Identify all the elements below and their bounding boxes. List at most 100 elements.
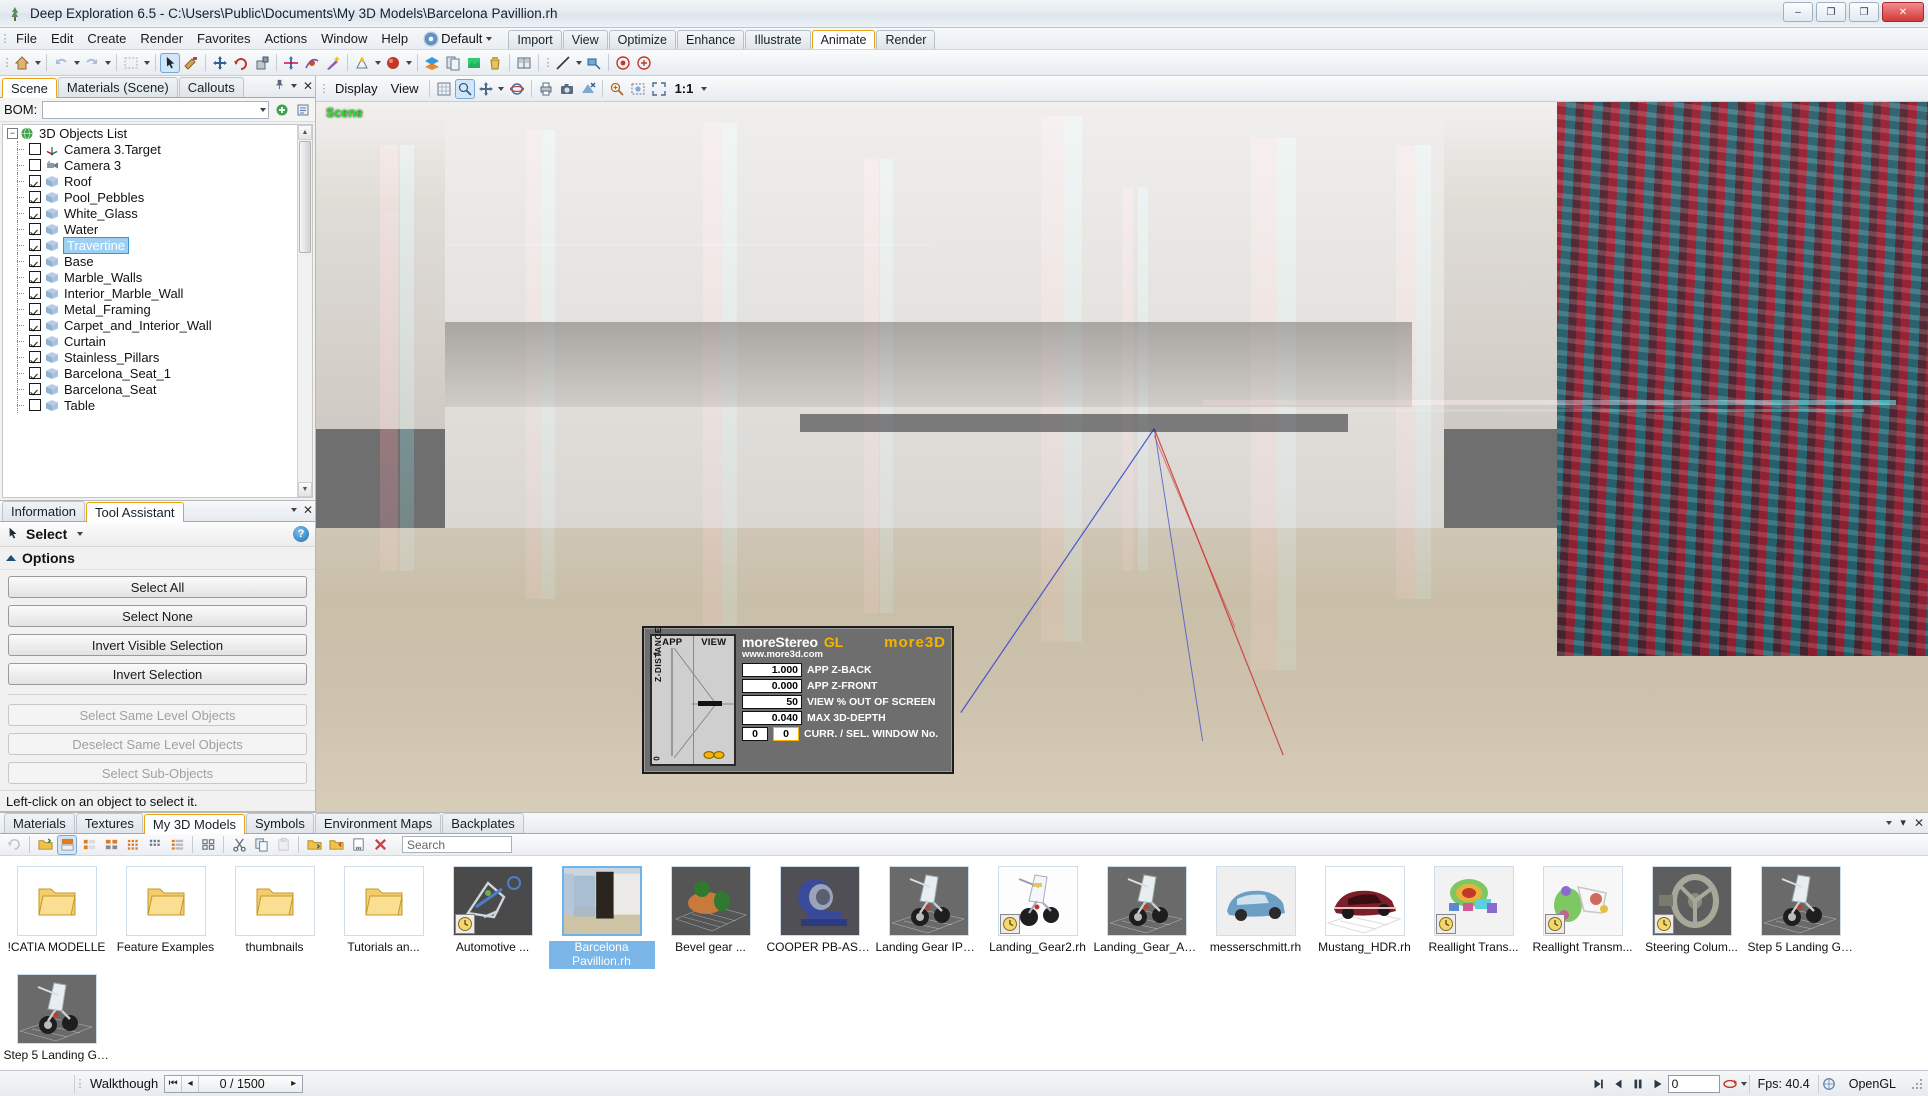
copy-object-icon[interactable]	[443, 53, 463, 73]
library-item[interactable]: messerschmitt.rh	[1201, 862, 1310, 970]
home-icon[interactable]	[12, 53, 32, 73]
panel-pin-icon[interactable]	[274, 79, 285, 93]
tab-scene[interactable]: Scene	[2, 78, 57, 98]
align-icon[interactable]	[281, 53, 301, 73]
view-toolbar-grip[interactable]: ⋮	[319, 82, 330, 95]
visibility-checkbox[interactable]	[29, 159, 41, 171]
menu-edit[interactable]: Edit	[44, 28, 80, 49]
stereo-current-window-field[interactable]: 0	[742, 727, 768, 741]
tab-view[interactable]: View	[562, 30, 608, 49]
zoom-extents-icon[interactable]	[649, 79, 669, 99]
tree-item-travertine[interactable]: Travertine	[3, 236, 296, 254]
visibility-checkbox[interactable]	[29, 367, 41, 379]
library-menu-icon[interactable]	[1886, 820, 1893, 825]
visibility-checkbox[interactable]	[29, 175, 41, 187]
view-menu[interactable]: View	[385, 79, 425, 99]
button-select-all[interactable]: Select All	[8, 576, 307, 598]
home-dropdown-icon[interactable]	[33, 53, 42, 73]
menu-render[interactable]: Render	[133, 28, 190, 49]
toolbar-grip[interactable]: ⋮	[2, 56, 13, 69]
library-item[interactable]: COOPER PB-ASY-I...	[765, 862, 874, 970]
line-tool-icon[interactable]	[553, 53, 573, 73]
loop-dropdown-icon[interactable]	[1740, 1074, 1749, 1094]
library-item[interactable]: thumbnails	[220, 862, 329, 970]
delete-object-icon[interactable]	[485, 53, 505, 73]
export-view-icon[interactable]	[578, 79, 598, 99]
go-to-end-icon[interactable]	[1588, 1074, 1608, 1094]
prev-frame-button[interactable]: ◂	[182, 1075, 200, 1092]
tree-item-stainless-pillars[interactable]: Stainless_Pillars	[3, 349, 296, 365]
visibility-checkbox[interactable]	[29, 207, 41, 219]
tree-item-carpet-and-interior-wall[interactable]: Carpet_and_Interior_Wall	[3, 317, 296, 333]
visibility-checkbox[interactable]	[29, 303, 41, 315]
library-item[interactable]: Bevel gear ...	[656, 862, 765, 970]
menu-file[interactable]: File	[9, 28, 44, 49]
panel-menu-icon[interactable]	[290, 84, 297, 88]
tree-item-table[interactable]: Table	[3, 397, 296, 413]
library-close-icon[interactable]: ✕	[1914, 817, 1924, 829]
camera-right-icon[interactable]	[634, 53, 654, 73]
tree-root[interactable]: − 3D Objects List	[3, 125, 296, 141]
tab-enhance[interactable]: Enhance	[676, 30, 745, 49]
tab-callouts[interactable]: Callouts	[178, 77, 244, 97]
zoom-window-icon[interactable]	[454, 78, 475, 99]
close-button[interactable]: ✕	[1882, 2, 1924, 22]
stereo-selected-window-field[interactable]: 0	[773, 727, 799, 741]
visibility-checkbox[interactable]	[29, 335, 41, 347]
light-dropdown-icon[interactable]	[373, 53, 382, 73]
bom-add-icon[interactable]	[274, 102, 290, 118]
library-item[interactable]: Step 5 Landing Ge...	[2, 970, 111, 1070]
import-folder-icon[interactable]	[304, 835, 324, 855]
next-frame-button[interactable]: ▸	[285, 1076, 302, 1092]
paste-icon[interactable]	[273, 835, 293, 855]
visibility-checkbox[interactable]	[29, 191, 41, 203]
pivot-icon[interactable]	[302, 53, 322, 73]
library-item[interactable]: Mustang_HDR.rh	[1310, 862, 1419, 970]
library-item[interactable]: Landing Gear IPC...	[874, 862, 983, 970]
pan-icon[interactable]	[476, 79, 496, 99]
tree-item-base[interactable]: Base	[3, 253, 296, 269]
scene-tree[interactable]: − 3D Objects List Camera 3.Target Camera …	[2, 124, 313, 498]
view-thumbnails-icon[interactable]	[101, 835, 121, 855]
library-item[interactable]: Landing_Gear_Ass...	[1092, 862, 1201, 970]
annotate-icon[interactable]	[584, 53, 604, 73]
help-icon[interactable]: ?	[293, 526, 309, 543]
visibility-checkbox[interactable]	[29, 223, 41, 235]
properties-icon[interactable]	[348, 835, 368, 855]
book-icon[interactable]	[514, 53, 534, 73]
stereo-value-field[interactable]: 50	[742, 695, 802, 709]
tab-symbols[interactable]: Symbols	[245, 813, 314, 833]
delete-icon[interactable]	[370, 835, 390, 855]
scene-tree-scrollbar[interactable]: ▲ ▼	[297, 125, 312, 497]
view-small-grid-icon[interactable]	[123, 835, 143, 855]
tree-item-barcelona-seat-1[interactable]: Barcelona_Seat_1	[3, 365, 296, 381]
light-icon[interactable]	[352, 53, 372, 73]
visibility-checkbox[interactable]	[29, 287, 41, 299]
tab-my-3d-models[interactable]: My 3D Models	[143, 814, 245, 834]
marquee-icon[interactable]	[121, 53, 141, 73]
tree-item-marble-walls[interactable]: Marble_Walls	[3, 269, 296, 285]
library-item[interactable]: Landing_Gear2.rh	[983, 862, 1092, 970]
menu-grip[interactable]: ⋮	[0, 28, 11, 49]
menu-help[interactable]: Help	[374, 28, 415, 49]
restore-button[interactable]: ❐	[1849, 2, 1879, 22]
redo-dropdown-icon[interactable]	[103, 53, 112, 73]
panel-close-icon[interactable]: ✕	[303, 80, 313, 92]
material-sphere-icon[interactable]	[383, 53, 403, 73]
open-folder-icon[interactable]	[35, 835, 55, 855]
copy-icon[interactable]	[251, 835, 271, 855]
menu-create[interactable]: Create	[80, 28, 133, 49]
library-item[interactable]: Steering Colum...	[1637, 862, 1746, 970]
tab-textures[interactable]: Textures	[75, 813, 143, 833]
view-arrange-icon[interactable]	[198, 835, 218, 855]
minimize-button[interactable]: –	[1783, 2, 1813, 22]
scroll-down-icon[interactable]: ▼	[298, 482, 312, 497]
texture-map-icon[interactable]	[464, 53, 484, 73]
3d-viewport[interactable]: Scene APP Z-DISTANCE 1 0 VIEW moreStereo…	[316, 102, 1928, 812]
tree-item-metal-framing[interactable]: Metal_Framing	[3, 301, 296, 317]
profile-selector[interactable]: Default	[419, 28, 498, 49]
ratio-dropdown-icon[interactable]	[699, 79, 708, 99]
scrollbar-thumb[interactable]	[299, 141, 311, 253]
camera-left-icon[interactable]	[613, 53, 633, 73]
toolbar-grip-2[interactable]: ⋮	[543, 56, 554, 69]
